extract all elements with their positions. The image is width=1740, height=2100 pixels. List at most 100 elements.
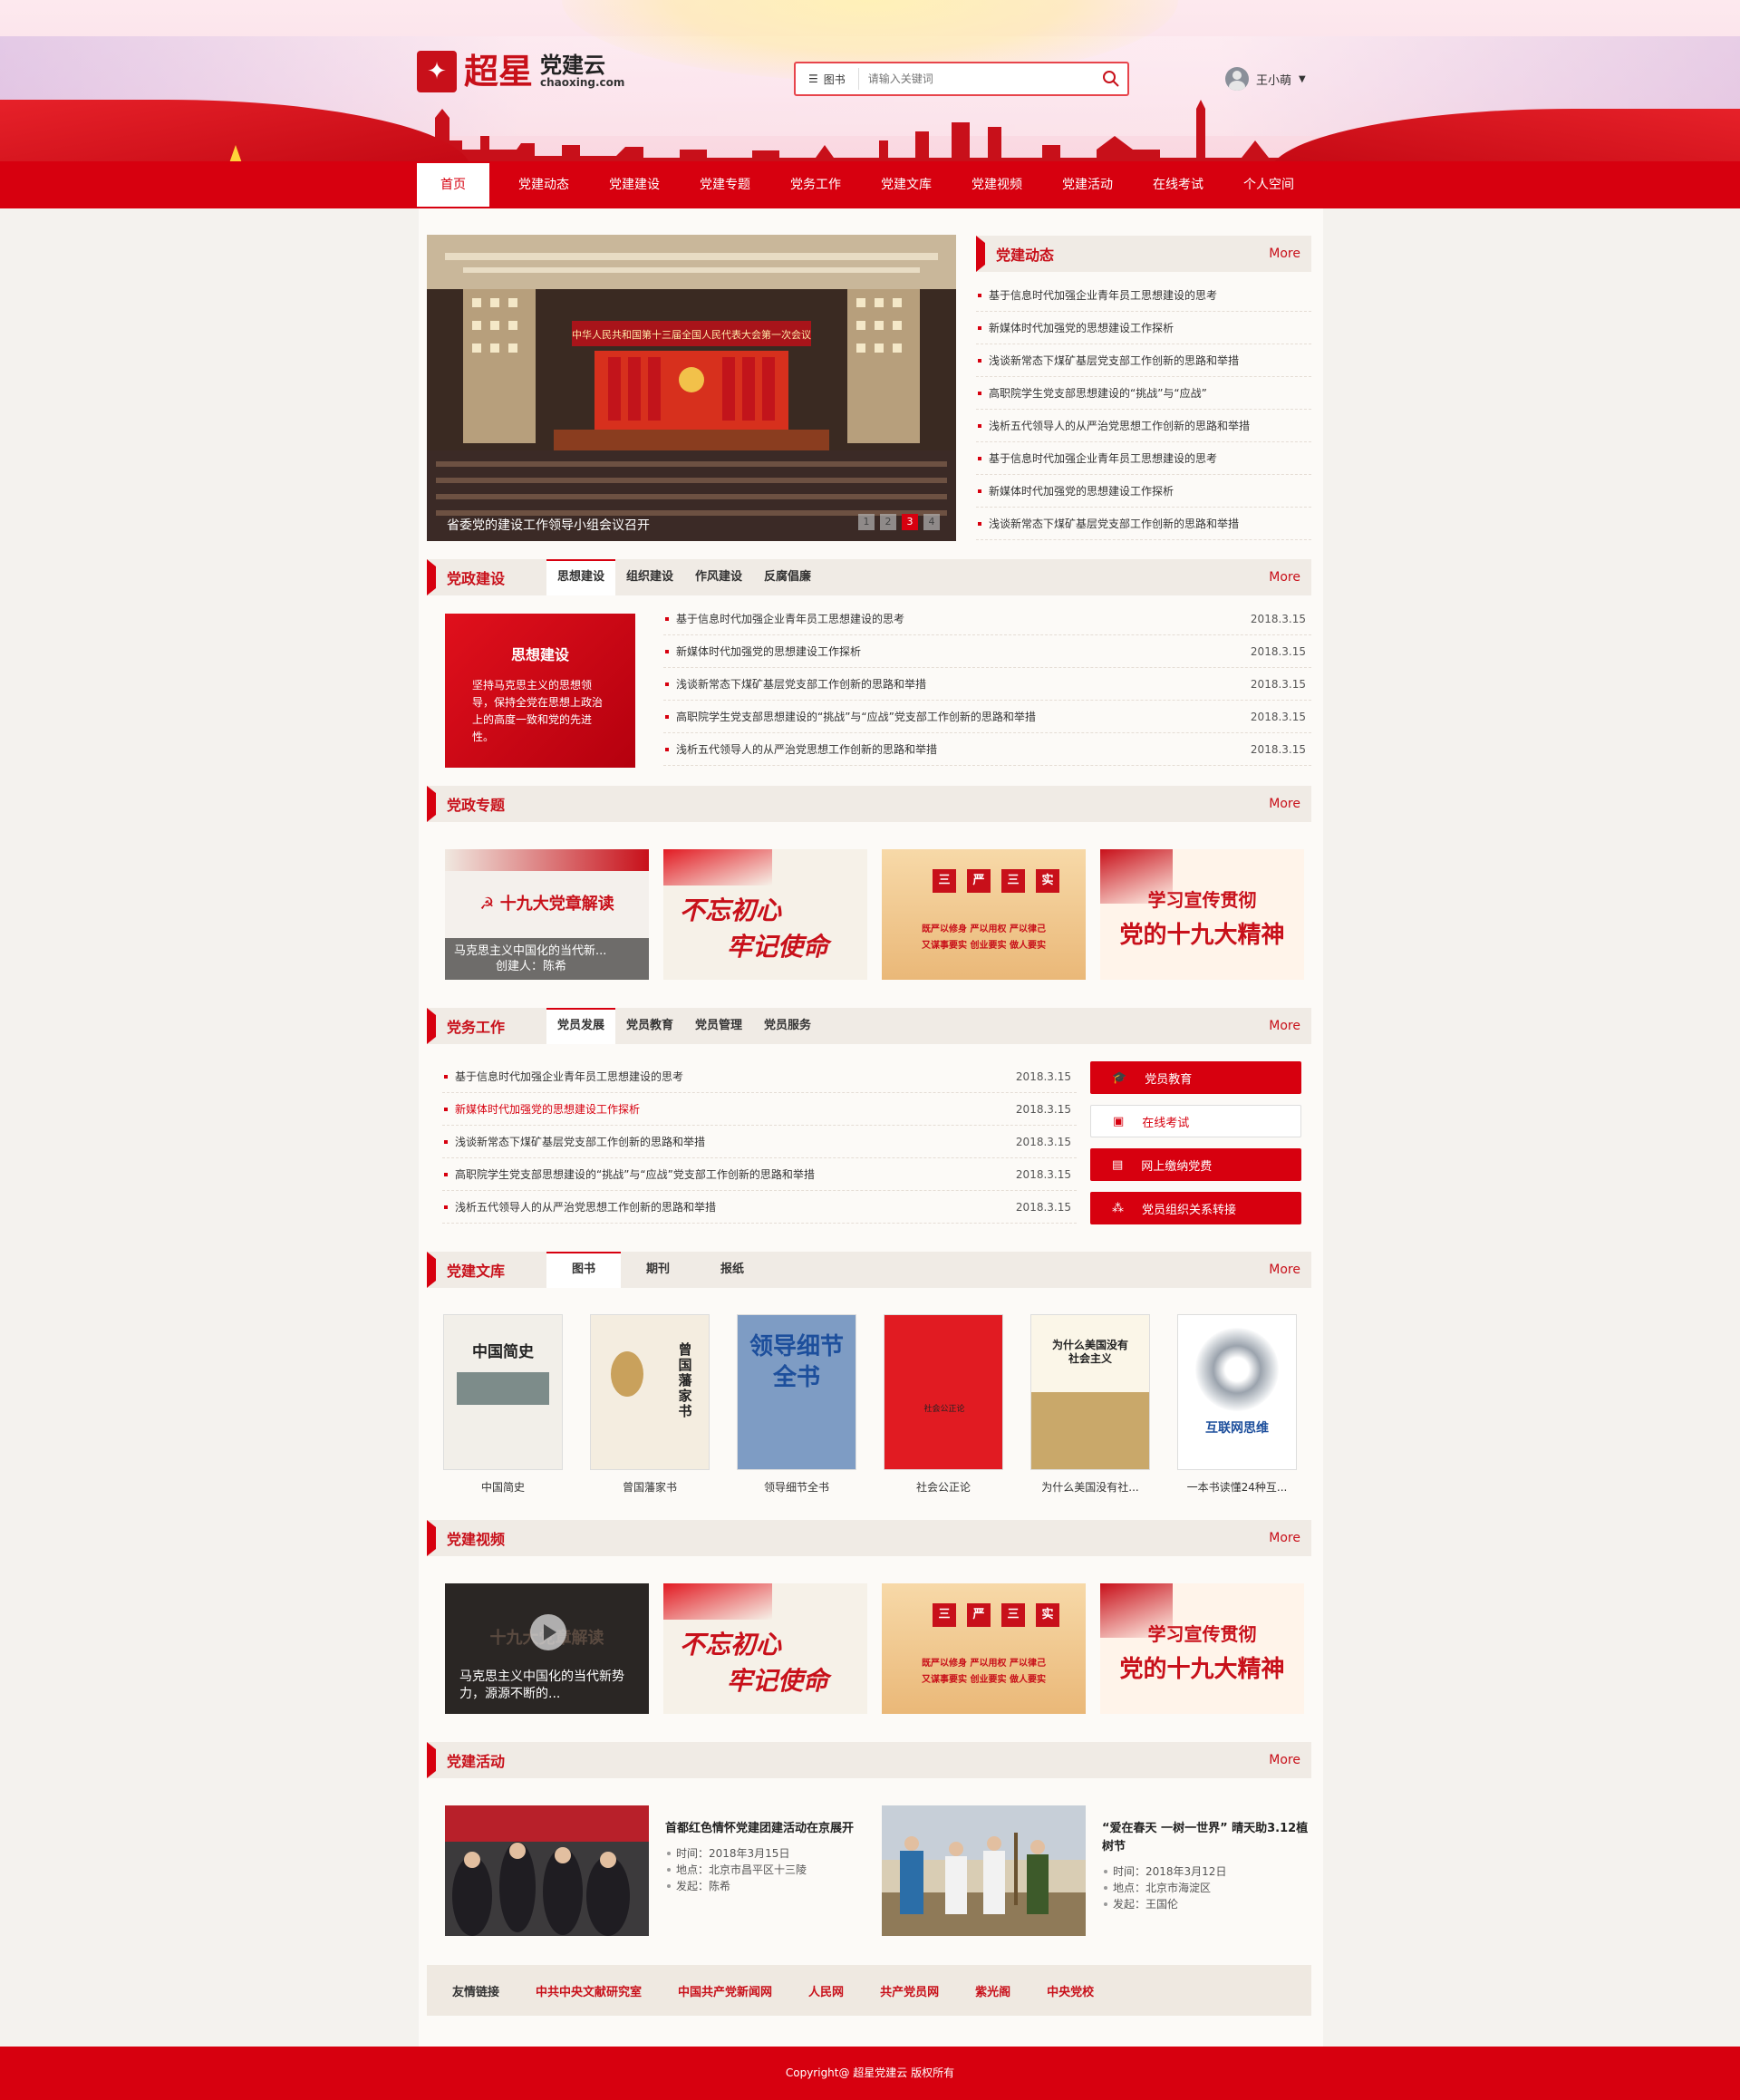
slider-dot[interactable]: 2 <box>880 514 896 530</box>
dynamics-more-link[interactable]: More <box>1269 247 1300 261</box>
slider-pagination: 1 2 3 4 <box>858 514 940 530</box>
list-item[interactable]: 新媒体时代加强党的思想建设工作探析 <box>976 475 1311 508</box>
activities-more-link[interactable]: More <box>1269 1753 1300 1767</box>
list-item[interactable]: 基于信息时代加强企业青年员工思想建设的思考 <box>976 442 1311 475</box>
friend-link[interactable]: 紫光阁 <box>975 1982 1010 1999</box>
slider-dot-active[interactable]: 3 <box>902 514 918 530</box>
item-title: 新媒体时代加强党的思想建设工作探析 <box>455 1102 641 1116</box>
friend-link[interactable]: 中央党校 <box>1047 1982 1094 1999</box>
topic-card[interactable]: ☭ 十九大党章解读 马克思主义中国化的当代新... 创建人：陈希 <box>445 849 649 980</box>
videos-more-link[interactable]: More <box>1269 1531 1300 1545</box>
activity-meta: 时间：2018年3月15日 地点：北京市昌平区十三陵 发起：陈希 <box>665 1845 874 1894</box>
user-menu[interactable]: 王小萌 ▼ <box>1225 67 1306 91</box>
friend-link[interactable]: 人民网 <box>808 1982 844 1999</box>
video-card[interactable]: 三 严 三 实 既严以修身 严以用权 严以律己 又谋事要实 创业要实 做人要实 <box>882 1583 1086 1714</box>
transfer-relation-button[interactable]: ⁂ 党员组织关系转接 <box>1090 1192 1301 1224</box>
search-button[interactable] <box>1095 70 1127 88</box>
library-more-link[interactable]: More <box>1269 1263 1300 1277</box>
tab-service[interactable]: 党员服务 <box>753 1008 822 1044</box>
slider-dot[interactable]: 1 <box>858 514 875 530</box>
nav-home[interactable]: 首页 <box>417 163 489 207</box>
list-item[interactable]: 基于信息时代加强企业青年员工思想建设的思考 2018.3.15 <box>442 1060 1077 1093</box>
topic-line-2: 牢记使命 <box>727 932 829 962</box>
list-item[interactable]: 浅析五代领导人的从严治党思想工作创新的思路和举措 2018.3.15 <box>442 1191 1077 1224</box>
list-item[interactable]: 新媒体时代加强党的思想建设工作探析 <box>976 312 1311 344</box>
play-icon[interactable] <box>530 1614 566 1650</box>
friend-link[interactable]: 共产党员网 <box>880 1982 939 1999</box>
tab-newspapers[interactable]: 报纸 <box>695 1252 769 1288</box>
nav-topics[interactable]: 党建专题 <box>680 163 770 207</box>
nav-videos[interactable]: 党建视频 <box>952 163 1042 207</box>
topic-title: ☭ 十九大党章解读 <box>445 891 649 915</box>
book-item[interactable]: 社会公正论 社会公正论 <box>884 1314 1003 1495</box>
tab-anticorruption[interactable]: 反腐倡廉 <box>753 559 822 595</box>
nav-activities[interactable]: 党建活动 <box>1042 163 1133 207</box>
friend-link[interactable]: 中共中央文献研究室 <box>536 1982 642 1999</box>
avatar <box>1225 67 1249 91</box>
list-item[interactable]: 浅谈新常态下煤矿基层党支部工作创新的思路和举措 <box>976 508 1311 540</box>
list-item[interactable]: 高职院学生党支部思想建设的“挑战”与“应战”党支部工作创新的思路和举措 2018.… <box>442 1158 1077 1191</box>
nav-building[interactable]: 党建建设 <box>589 163 680 207</box>
list-item[interactable]: 浅析五代领导人的从严治党思想工作创新的思路和举措 2018.3.15 <box>663 733 1311 766</box>
affairs-more-link[interactable]: More <box>1269 1019 1300 1033</box>
topic-card[interactable]: 不忘初心 牢记使命 <box>663 849 867 980</box>
online-exam-button[interactable]: ▣ 在线考试 <box>1090 1105 1301 1137</box>
video-card[interactable]: 不忘初心 牢记使命 <box>663 1583 867 1714</box>
friend-link[interactable]: 中国共产党新闻网 <box>678 1982 772 1999</box>
search-category-select[interactable]: ☰ 图书 <box>796 68 859 90</box>
dynamics-header: 党建动态 More <box>976 236 1311 272</box>
tile: 三 <box>933 1603 956 1627</box>
topics-more-link[interactable]: More <box>1269 797 1300 811</box>
activity-item[interactable]: “爱在春天 一树一世界” 晴天助3.12植树节 时间：2018年3月12日 地点… <box>882 1805 1310 1936</box>
book-cover: 社会公正论 <box>884 1314 1003 1470</box>
book-cover: 中国简史 <box>443 1314 563 1470</box>
list-item[interactable]: 浅谈新常态下煤矿基层党支部工作创新的思路和举措 2018.3.15 <box>442 1126 1077 1158</box>
main-nav: 首页 党建动态 党建建设 党建专题 党务工作 党建文库 党建视频 党建活动 在线… <box>417 163 1314 207</box>
book-item[interactable]: 互联网思维 一本书读懂24种互... <box>1177 1314 1297 1495</box>
building-more-link[interactable]: More <box>1269 570 1300 585</box>
item-title: 基于信息时代加强企业青年员工思想建设的思考 <box>455 1069 684 1083</box>
site-logo[interactable]: ✦ 超星 党建云 chaoxing.com <box>417 51 624 92</box>
list-item[interactable]: 高职院学生党支部思想建设的“挑战”与“应战” <box>976 377 1311 410</box>
video-card[interactable]: 十九大党章解读 马克思主义中国化的当代新势力，源源不断的... <box>445 1583 649 1714</box>
tab-thought[interactable]: 思想建设 <box>546 559 616 595</box>
nav-library[interactable]: 党建文库 <box>861 163 952 207</box>
list-item[interactable]: 新媒体时代加强党的思想建设工作探析 2018.3.15 <box>442 1093 1077 1126</box>
tab-management[interactable]: 党员管理 <box>684 1008 753 1044</box>
list-item[interactable]: 新媒体时代加强党的思想建设工作探析 2018.3.15 <box>663 635 1311 668</box>
book-item[interactable]: 领导细节全书 领导细节全书 <box>737 1314 856 1495</box>
activity-item[interactable]: 首都红色情怀党建团建活动在京展开 时间：2018年3月15日 地点：北京市昌平区… <box>445 1805 874 1936</box>
book-item[interactable]: 为什么美国没有社会主义 为什么美国没有社... <box>1030 1314 1150 1495</box>
list-item[interactable]: 基于信息时代加强企业青年员工思想建设的思考 <box>976 279 1311 312</box>
section-flag <box>427 786 436 822</box>
thought-building-card[interactable]: 思想建设 坚持马克思主义的思想领导，保持全党在思想上政治上的高度一致和党的先进性… <box>445 614 635 768</box>
tab-style[interactable]: 作风建设 <box>684 559 753 595</box>
party-education-button[interactable]: 🎓 党员教育 <box>1090 1061 1301 1094</box>
nav-exam[interactable]: 在线考试 <box>1133 163 1223 207</box>
pay-dues-button[interactable]: ▤ 网上缴纳党费 <box>1090 1148 1301 1181</box>
list-item[interactable]: 浅谈新常态下煤矿基层党支部工作创新的思路和举措 <box>976 344 1311 377</box>
tab-journals[interactable]: 期刊 <box>621 1252 695 1288</box>
book-item[interactable]: 中国简史 中国简史 <box>443 1314 563 1495</box>
video-card[interactable]: 学习宣传贯彻 党的十九大精神 <box>1100 1583 1304 1714</box>
tab-education[interactable]: 党员教育 <box>615 1008 684 1044</box>
list-item[interactable]: 浅析五代领导人的从严治党思想工作创新的思路和举措 <box>976 410 1311 442</box>
list-item[interactable]: 浅谈新常态下煤矿基层党支部工作创新的思路和举措 2018.3.15 <box>663 668 1311 701</box>
list-item[interactable]: 高职院学生党支部思想建设的“挑战”与“应战”党支部工作创新的思路和举措 2018.… <box>663 701 1311 733</box>
nav-affairs[interactable]: 党务工作 <box>770 163 861 207</box>
tab-development[interactable]: 党员发展 <box>546 1008 616 1044</box>
list-item[interactable]: 基于信息时代加强企业青年员工思想建设的思考 2018.3.15 <box>663 603 1311 635</box>
tab-organization[interactable]: 组织建设 <box>615 559 684 595</box>
book-item[interactable]: 曾国藩家书 曾国藩家书 <box>590 1314 710 1495</box>
hero-slider[interactable]: 中华人民共和国第十三届全国人民代表大会第一次会议 省委党的建设工作领导小组会议召… <box>427 235 956 541</box>
topics-thumbs: ☭ 十九大党章解读 马克思主义中国化的当代新... 创建人：陈希 不忘初心 牢记使… <box>445 849 1304 980</box>
nav-dynamics[interactable]: 党建动态 <box>498 163 589 207</box>
topic-card[interactable]: 学习宣传贯彻 党的十九大精神 <box>1100 849 1304 980</box>
tab-books[interactable]: 图书 <box>546 1252 622 1288</box>
topic-card[interactable]: 三 严 三 实 既严以修身 严以用权 严以律己 又谋事要实 创业要实 做人要实 <box>882 849 1086 980</box>
video-caption: 马克思主义中国化的当代新势力，源源不断的... <box>459 1669 624 1701</box>
search-input[interactable] <box>858 73 1095 85</box>
nav-personal[interactable]: 个人空间 <box>1223 163 1314 207</box>
slider-dot[interactable]: 4 <box>923 514 940 530</box>
affairs-header: 党务工作 党员发展 党员教育 党员管理 党员服务 More <box>427 1008 1311 1044</box>
